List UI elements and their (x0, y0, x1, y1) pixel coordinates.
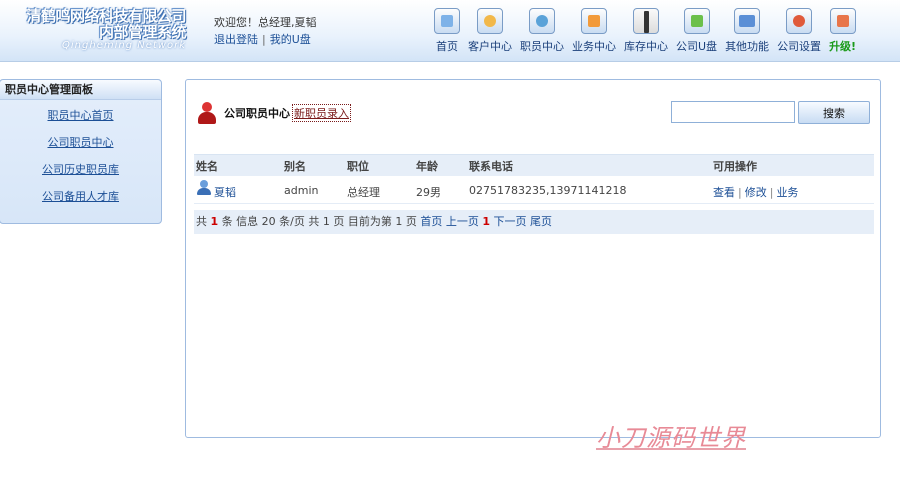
nav-company-settings[interactable]: 公司设置 (777, 8, 821, 58)
staff-table: 姓名 别名 职位 年龄 联系电话 可用操作 夏韬 admin 总经理 29男 0… (194, 154, 874, 204)
my-udisk-link[interactable]: 我的U盘 (270, 33, 311, 46)
staff-sidebar-panel: 职员中心管理面板 职员中心首页 公司职员中心 公司历史职员库 公司备用人才库 (0, 79, 162, 224)
nav-label: 客户中心 (468, 40, 512, 53)
edit-link[interactable]: 修改 (745, 186, 767, 199)
settings-icon (786, 8, 813, 34)
company-english-name: Qingheming Network (62, 40, 186, 51)
sidebar-item-talent-pool[interactable]: 公司备用人才库 (0, 183, 161, 210)
search-input[interactable] (671, 101, 795, 123)
link-separator: | (262, 33, 266, 46)
nav-staff-center[interactable]: 职员中心 (520, 8, 564, 58)
nav-label: 库存中心 (624, 40, 668, 53)
staff-icon (529, 8, 555, 34)
business-link[interactable]: 业务 (776, 186, 798, 199)
staff-position: 总经理 (347, 186, 380, 199)
col-alias: 别名 (284, 159, 306, 173)
col-position: 职位 (347, 159, 369, 173)
first-page-link[interactable]: 首页 (420, 215, 442, 228)
row-actions: 查看 | 修改 | 业务 (713, 186, 799, 199)
top-header: 清鹤鸣网络科技有限公司 内部管理系统 Qingheming Network 欢迎… (0, 0, 900, 62)
staff-person-icon (196, 102, 218, 124)
view-link[interactable]: 查看 (713, 186, 735, 199)
logout-link[interactable]: 退出登陆 (214, 33, 258, 46)
title-row: 公司职员中心 新职员录入 (196, 102, 351, 124)
nav-stock-center[interactable]: 库存中心 (624, 8, 668, 58)
nav-label: 业务中心 (572, 40, 616, 53)
welcome-panel: 欢迎您！总经理,夏韬 退出登陆 | 我的U盘 (214, 14, 317, 48)
home-icon (434, 8, 460, 34)
udisk-icon (683, 8, 710, 34)
user-icon (197, 180, 211, 196)
nav-home[interactable]: 首页 (434, 8, 460, 58)
customer-icon (477, 8, 503, 34)
staff-age: 29男 (416, 186, 441, 199)
total-count: 1 (210, 215, 219, 228)
staff-phone: 02751783235,13971141218 (469, 184, 627, 197)
system-name: 内部管理系统 (98, 23, 187, 41)
nav-label: 首页 (436, 40, 458, 53)
current-page: 1 (482, 215, 490, 228)
company-logo: 清鹤鸣网络科技有限公司 内部管理系统 Qingheming Network (4, 8, 186, 52)
nav-label: 公司设置 (777, 40, 822, 53)
business-icon (581, 8, 607, 34)
nav-other-functions[interactable]: 其他功能 (725, 8, 769, 58)
col-age: 年龄 (416, 159, 438, 173)
table-row: 夏韬 admin 总经理 29男 02751783235,13971141218… (194, 176, 874, 204)
nav-customer-center[interactable]: 客户中心 (468, 8, 512, 58)
welcome-text: 欢迎您！总经理,夏韬 (214, 16, 317, 29)
staff-name-link[interactable]: 夏韬 (214, 186, 236, 199)
other-functions-icon (734, 8, 761, 34)
pagination: 共 1 条 信息 20 条/页 共 1 页 目前为第 1 页 首页 上一页 1 … (194, 210, 874, 234)
main-nav: 首页 客户中心 职员中心 业务中心 库存中心 公司U盘 其他功能 公司设置 升级… (434, 8, 864, 58)
page-title: 公司职员中心 (224, 107, 290, 120)
col-phone: 联系电话 (469, 159, 513, 173)
new-staff-entry-link[interactable]: 新职员录入 (292, 104, 351, 122)
upgrade-icon (829, 8, 856, 34)
search-button[interactable]: 搜索 (798, 101, 870, 124)
staff-alias: admin (284, 184, 319, 197)
watermark: 小刀源码世界 (596, 424, 746, 452)
main-panel: 公司职员中心 新职员录入 搜索 姓名 别名 职位 年龄 联系电话 可用操作 夏韬… (185, 79, 881, 438)
sidebar-item-staff-home[interactable]: 职员中心首页 (0, 102, 161, 129)
last-page-link[interactable]: 尾页 (530, 215, 552, 228)
nav-label: 升级! (829, 40, 857, 53)
sidebar-item-staff-history[interactable]: 公司历史职员库 (0, 156, 161, 183)
nav-upgrade[interactable]: 升级! (829, 8, 856, 58)
col-name: 姓名 (196, 159, 218, 173)
col-actions: 可用操作 (713, 159, 757, 173)
sidebar-item-company-staff[interactable]: 公司职员中心 (0, 129, 161, 156)
prev-page-link[interactable]: 上一页 (446, 215, 479, 228)
stock-icon (633, 8, 659, 34)
table-header: 姓名 别名 职位 年龄 联系电话 可用操作 (194, 154, 874, 176)
nav-company-udisk[interactable]: 公司U盘 (676, 8, 717, 58)
next-page-link[interactable]: 下一页 (493, 215, 526, 228)
nav-label: 其他功能 (725, 40, 770, 53)
sidebar-title: 职员中心管理面板 (0, 80, 161, 100)
nav-label: 公司U盘 (676, 40, 718, 53)
nav-business-center[interactable]: 业务中心 (572, 8, 616, 58)
nav-label: 职员中心 (520, 40, 564, 53)
